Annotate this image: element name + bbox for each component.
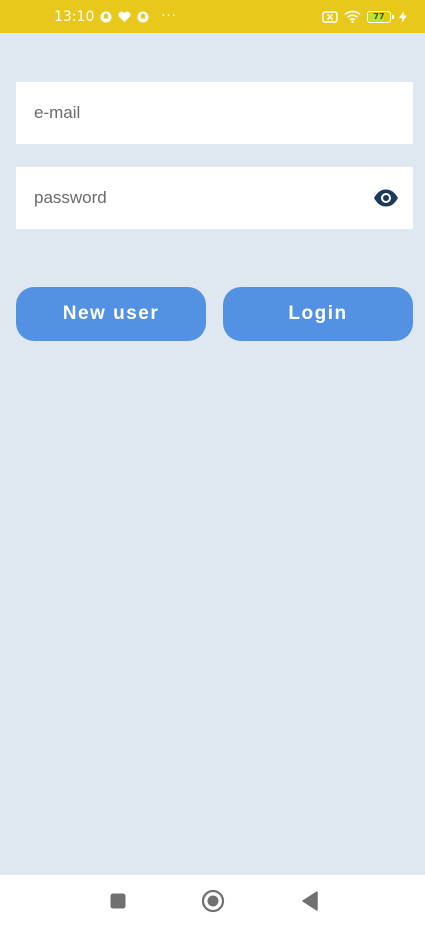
new-user-button[interactable]: New user [16, 287, 206, 341]
password-field-container [16, 167, 413, 229]
battery-label: 77 [373, 11, 385, 21]
charging-icon [399, 10, 407, 23]
navigation-bar [0, 875, 425, 925]
notification-icon [137, 11, 149, 23]
battery-icon: 77 [367, 10, 394, 23]
recents-square-icon[interactable] [105, 888, 131, 914]
status-right: 77 [322, 0, 407, 33]
heart-icon [118, 11, 131, 23]
login-button[interactable]: Login [223, 287, 413, 341]
notification-icon [100, 11, 112, 23]
status-bar: 13:10 ··· 77 [0, 0, 425, 33]
sim-x-icon [322, 10, 338, 23]
status-time: 13:10 [54, 8, 95, 25]
eye-icon[interactable] [373, 185, 399, 211]
back-triangle-icon[interactable] [297, 888, 323, 914]
password-input[interactable] [16, 167, 364, 229]
home-circle-icon[interactable] [200, 888, 226, 914]
email-field-container [16, 82, 413, 144]
status-left: 13:10 ··· [54, 0, 177, 33]
email-input[interactable] [16, 82, 364, 144]
more-indicator: ··· [161, 9, 177, 24]
wifi-icon [344, 10, 361, 23]
